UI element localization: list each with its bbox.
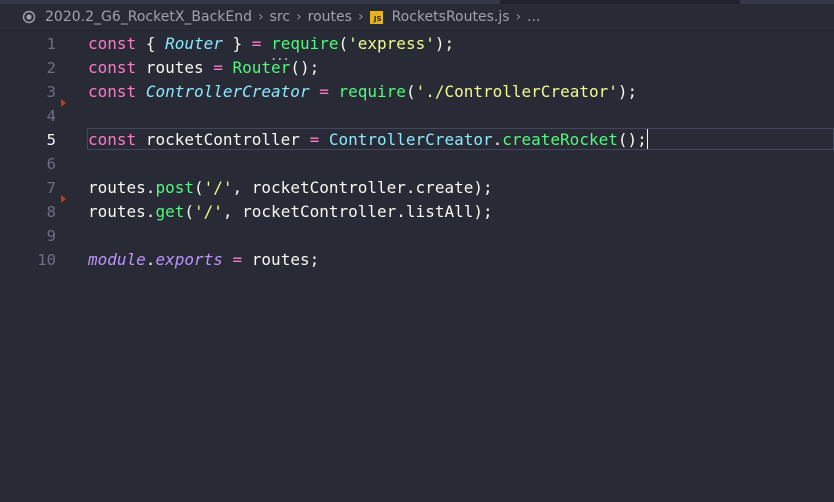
line-number: 2 — [46, 59, 56, 77]
chevron-right-icon: › — [357, 9, 364, 25]
breadcrumb: 2020.2_G6_RocketX_BackEnd › src › routes… — [0, 4, 834, 31]
code-line[interactable]: 7 routes.post('/', rocketController.crea… — [0, 176, 834, 200]
breadcrumb-routes[interactable]: routes — [308, 9, 352, 25]
line-number: 8 — [46, 203, 56, 221]
code-line[interactable]: 4 — [0, 104, 834, 128]
breadcrumb-src[interactable]: src — [270, 9, 290, 25]
code-line[interactable]: 6 — [0, 152, 834, 176]
line-number: 10 — [37, 251, 56, 269]
line-number: 5 — [46, 131, 56, 149]
code-line[interactable]: 1 const { Router } = require('express');… — [0, 32, 834, 63]
line-number: 4 — [46, 107, 56, 125]
js-file-icon: JS — [369, 10, 383, 24]
code-line[interactable]: 2 const routes = Router(); — [0, 56, 834, 80]
code-text: const ControllerCreator = require('./Con… — [88, 82, 638, 101]
breadcrumb-more[interactable]: ... — [527, 9, 540, 25]
repo-circle-icon — [22, 10, 36, 24]
line-number: 6 — [46, 155, 56, 173]
code-text: routes.get('/', rocketController.listAll… — [88, 202, 493, 221]
code-text: routes.post('/', rocketController.create… — [88, 178, 493, 197]
line-number: 3 — [46, 83, 56, 101]
breadcrumb-file[interactable]: RocketsRoutes.js — [392, 9, 510, 25]
line-number: 9 — [46, 227, 56, 245]
chevron-right-icon: › — [296, 9, 302, 25]
chevron-right-icon: › — [515, 9, 522, 25]
code-line[interactable]: 9 — [0, 224, 834, 248]
breadcrumb-repo[interactable]: 2020.2_G6_RocketX_BackEnd — [45, 9, 252, 25]
code-line-current[interactable]: 5 const rocketController = ControllerCre… — [0, 128, 834, 152]
code-line[interactable]: 10 module.exports = routes; — [0, 248, 834, 272]
chevron-right-icon: › — [258, 9, 264, 25]
line-number: 1 — [46, 35, 56, 53]
code-line[interactable]: 8 routes.get('/', rocketController.listA… — [0, 200, 834, 224]
code-editor[interactable]: 1 const { Router } = require('express');… — [0, 31, 834, 502]
code-line[interactable]: 3 const ControllerCreator = require('./C… — [0, 80, 834, 104]
code-text: const rocketController = ControllerCreat… — [88, 129, 648, 149]
code-text: const routes = Router(); — [88, 58, 320, 77]
editor-window: 2020.2_G6_RocketX_BackEnd › src › routes… — [0, 0, 834, 502]
line-number: 7 — [46, 179, 56, 197]
code-text: module.exports = routes; — [88, 250, 320, 269]
text-cursor — [646, 129, 648, 149]
